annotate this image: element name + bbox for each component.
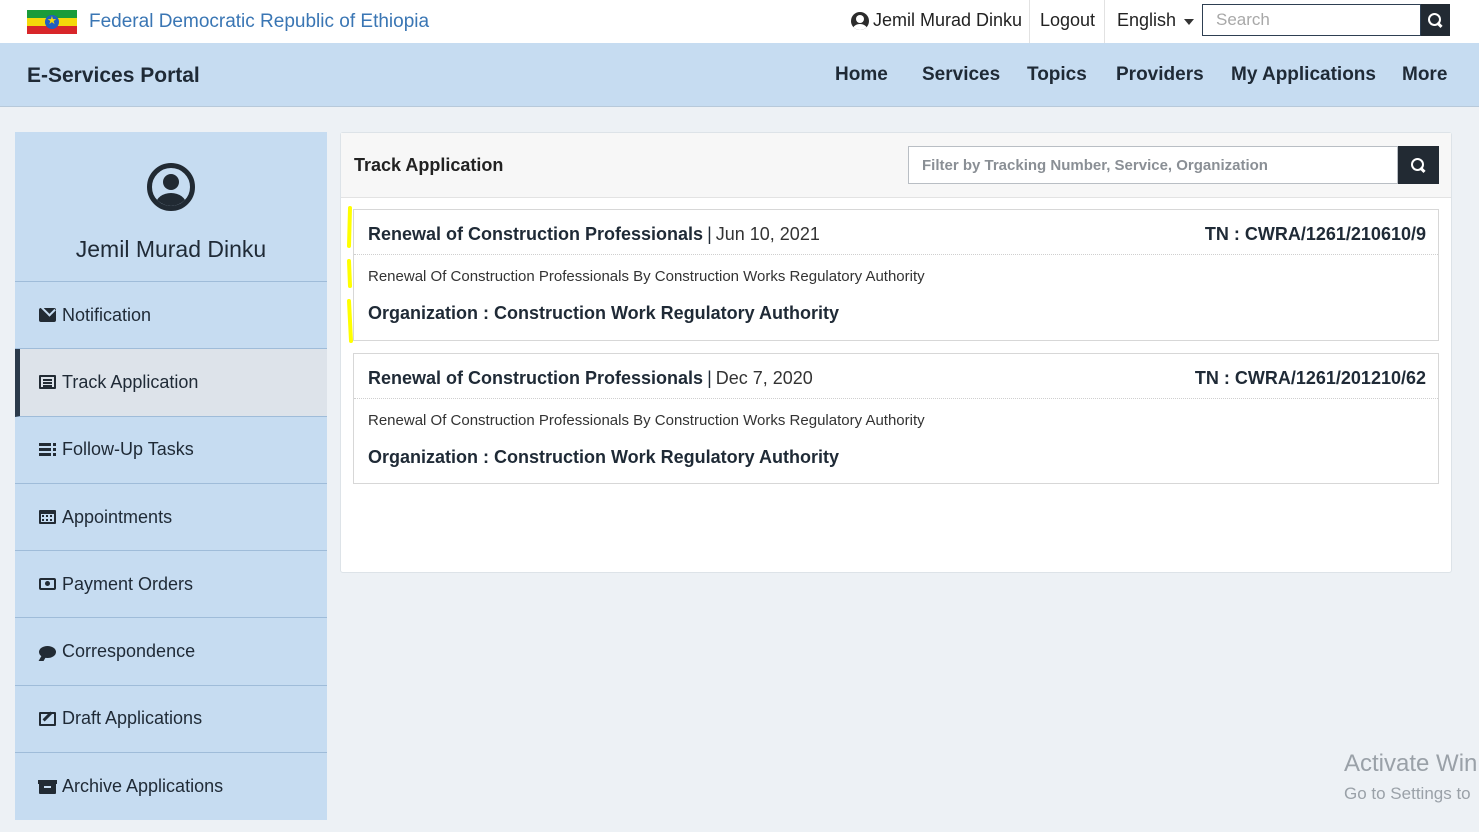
top-bar: Federal Democratic Republic of Ethiopia … (0, 0, 1479, 43)
profile-name: Jemil Murad Dinku (75, 236, 267, 262)
site-search (1202, 4, 1450, 36)
application-date: Jun 10, 2021 (715, 224, 820, 244)
nav-my-applications[interactable]: My Applications (1231, 64, 1376, 86)
tracking-number: TN : CWRA/1261/201210/62 (1194, 368, 1426, 388)
application-description: Renewal Of Construction Professionals By… (368, 412, 925, 429)
filter-search-button[interactable] (1398, 146, 1439, 184)
user-menu[interactable]: Jemil Murad Dinku (851, 10, 1022, 31)
sidebar-item-notification[interactable]: Notification (15, 282, 327, 350)
highlighter-mark (347, 206, 353, 343)
sidebar-item-correspondence[interactable]: Correspondence (15, 618, 327, 686)
ethiopia-flag-icon (27, 10, 77, 34)
application-organization: Organization : Construction Work Regulat… (368, 447, 840, 467)
search-input[interactable] (1202, 4, 1421, 36)
main-navbar: E-Services Portal Home Services Topics P… (0, 43, 1479, 107)
tasks-icon (39, 442, 56, 457)
search-button[interactable] (1421, 4, 1450, 36)
tracking-number: TN : CWRA/1261/210610/9 (1204, 224, 1426, 244)
divider (1029, 0, 1030, 43)
service-name: Renewal of Construction Professionals (368, 224, 704, 244)
watermark-line-2: Go to Settings to (1344, 784, 1471, 803)
comment-icon (39, 645, 56, 658)
title-separator: | (707, 368, 712, 388)
sidebar-item-track-application[interactable]: Track Application (15, 349, 327, 417)
title-separator: | (707, 224, 712, 244)
nav-topics[interactable]: Topics (1027, 64, 1087, 86)
search-icon (1411, 157, 1426, 173)
language-dropdown[interactable]: English (1117, 10, 1195, 31)
nav-providers[interactable]: Providers (1116, 64, 1204, 86)
edit-icon (39, 711, 56, 726)
user-circle-icon (851, 11, 869, 30)
sidebar-item-archive-applications[interactable]: Archive Applications (15, 753, 327, 820)
divider (1104, 0, 1105, 43)
application-filter (908, 146, 1439, 184)
card-title: Renewal of Construction Professionals | Ju… (368, 224, 820, 245)
sidebar-item-label: Appointments (62, 506, 173, 527)
portal-title[interactable]: E-Services Portal (27, 64, 200, 88)
watermark-line-1: Activate Win (1344, 750, 1478, 777)
archive-icon (38, 779, 57, 794)
sidebar-item-label: Track Application (62, 371, 199, 392)
sidebar-item-label: Archive Applications (62, 776, 224, 797)
panel-title: Track Application (354, 155, 504, 175)
envelope-icon (39, 308, 56, 323)
language-label: English (1117, 10, 1177, 30)
search-icon (1428, 12, 1443, 28)
service-name: Renewal of Construction Professionals (368, 368, 704, 388)
profile-section: Jemil Murad Dinku (15, 132, 327, 282)
filter-input[interactable] (908, 146, 1398, 184)
sidebar-item-label: Correspondence (62, 641, 196, 662)
logout-link[interactable]: Logout (1040, 10, 1095, 31)
application-card[interactable]: Renewal of Construction Professionals | De… (353, 353, 1439, 484)
card-header: Renewal of Construction Professionals | De… (354, 354, 1438, 399)
sidebar-item-appointments[interactable]: Appointments (15, 484, 327, 552)
sidebar-item-follow-up-tasks[interactable]: Follow-Up Tasks (15, 417, 327, 484)
application-date: Dec 7, 2020 (715, 368, 813, 388)
activation-watermark: Activate Win Go to Settings to (1344, 750, 1477, 804)
sidebar-item-label: Notification (62, 304, 152, 325)
sidebar: Jemil Murad Dinku Notification Track App… (15, 132, 327, 820)
sidebar-item-label: Follow-Up Tasks (62, 439, 194, 460)
user-name: Jemil Murad Dinku (873, 10, 1023, 30)
sidebar-item-label: Payment Orders (62, 573, 194, 594)
nav-more[interactable]: More (1402, 64, 1447, 86)
application-description: Renewal Of Construction Professionals By… (368, 268, 925, 285)
user-avatar-icon (147, 163, 195, 211)
card-title: Renewal of Construction Professionals | De… (368, 368, 813, 389)
panel-header: Track Application (341, 133, 1451, 198)
card-header: Renewal of Construction Professionals | Ju… (354, 210, 1438, 255)
sidebar-item-label: Draft Applications (62, 708, 203, 729)
government-title-link[interactable]: Federal Democratic Republic of Ethiopia (89, 11, 429, 33)
nav-services[interactable]: Services (922, 64, 1000, 86)
calendar-icon (39, 510, 56, 525)
track-application-panel: Track Application Renewal of Constructio… (340, 132, 1452, 573)
list-alt-icon (39, 375, 56, 390)
sidebar-item-draft-applications[interactable]: Draft Applications (15, 686, 327, 754)
caret-down-icon (1184, 18, 1195, 25)
sidebar-item-payment-orders[interactable]: Payment Orders (15, 551, 327, 619)
money-icon (39, 578, 56, 591)
application-card[interactable]: Renewal of Construction Professionals | Ju… (353, 209, 1439, 341)
application-organization: Organization : Construction Work Regulat… (368, 303, 840, 323)
nav-home[interactable]: Home (835, 64, 888, 86)
